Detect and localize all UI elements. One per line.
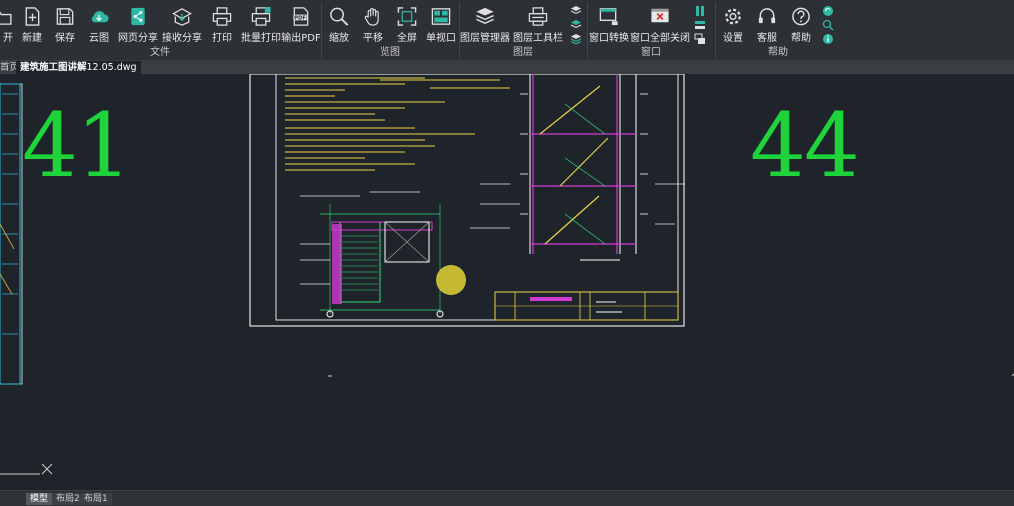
window-group-label: 窗口 [641,47,661,58]
close-all-label: 窗口全部关闭 [630,33,690,44]
tab-drawing-file[interactable]: 建筑施工图讲解12.05.dwg [16,61,141,74]
center-drawing-sheet [249,74,685,327]
batch-print-label: 批量打印 [241,33,281,44]
new-button[interactable]: 新建 [16,2,48,44]
single-window-label: 单视口 [426,33,456,44]
share-icon [131,7,145,26]
batch-printer-icon [251,6,271,26]
layer-toolbar-label: 图层工具栏 [513,33,563,44]
close-all-windows-button[interactable]: 窗口全部关闭 [630,2,690,44]
layers-icon [476,7,494,24]
drawing-svg [0,74,1014,475]
gear-icon [725,8,741,25]
ribbon-toolbar: 开 新建 保存 云图 网页分享 接收分享 打印 批量打印 PDF 输出PDF 文… [0,0,1014,61]
receive-share-label: 接收分享 [162,33,202,44]
extra-tools [818,2,838,46]
view-group-label: 览图 [380,47,400,58]
tab-layout1[interactable]: 布局1 [80,493,112,505]
tab-layout2-label: 布局2 [56,494,80,504]
tab-layout1-label: 布局1 [84,494,108,504]
settings-button[interactable]: 设置 [716,2,750,44]
tile-horizontal-icon[interactable] [694,19,706,31]
layer-off-icon[interactable] [570,5,582,17]
help-button[interactable]: 帮助 [784,2,818,44]
export-pdf-label: 输出PDF [281,33,321,44]
receive-icon [172,8,192,26]
fullscreen-button[interactable]: 全屏 [390,2,424,44]
window-group: 窗口转换 窗口全部关闭 窗口 [588,0,714,60]
export-pdf-button[interactable]: PDF 输出PDF [281,2,321,44]
service-label: 客服 [757,33,777,44]
layer-small-tools [566,2,586,46]
save-icon [56,8,74,25]
search-icon[interactable] [822,19,834,31]
pan-label: 平移 [363,33,383,44]
headset-icon [758,8,776,24]
tab-file-name: 建筑施工图讲解 [20,62,87,73]
window-switch-label: 窗口转换 [589,33,629,44]
open-label: 开 [3,33,13,44]
layer-toolbar-icon [528,7,548,26]
tab-file-suffix: 12.05.dwg [86,62,137,73]
layer-group-label: 图层 [513,47,533,58]
help-label: 帮助 [791,33,811,44]
window-switch-icon [599,8,618,26]
cloud-icon [91,11,109,23]
pdf-file-icon: PDF [293,7,309,26]
tile-vertical-icon[interactable] [694,5,706,17]
view-group: 缩放 平移 全屏 单视口 览图 [322,0,458,60]
layer-manager-button[interactable]: 图层管理器 [460,2,510,44]
layer-manager-label: 图层管理器 [460,33,510,44]
save-button[interactable]: 保存 [48,2,82,44]
page-number-right: 44 [750,94,860,197]
pdf-badge-text: PDF [294,15,306,21]
cloud-label: 云图 [89,33,109,44]
single-viewport-icon [431,8,451,25]
service-button[interactable]: 客服 [750,2,784,44]
zoom-button[interactable]: 缩放 [322,2,356,44]
tab-model-label: 模型 [30,494,49,504]
window-small-tools [690,2,710,46]
page-number-left: 41 [22,94,132,197]
print-label: 打印 [212,33,232,44]
open-button[interactable]: 开 [0,2,16,44]
zoom-label: 缩放 [329,33,349,44]
fullscreen-icon [397,7,417,26]
tab-model[interactable]: 模型 [26,493,53,505]
file-group: 开 新建 保存 云图 网页分享 接收分享 打印 批量打印 PDF 输出PDF 文… [0,0,321,60]
close-windows-icon [651,8,669,23]
pan-button[interactable]: 平移 [356,2,390,44]
document-tab-bar: 首页 建筑施工图讲解12.05.dwg [0,60,1014,74]
question-icon [792,7,810,26]
printer-icon [212,7,232,26]
web-share-button[interactable]: 网页分享 [116,2,160,44]
window-switch-button[interactable]: 窗口转换 [588,2,630,44]
layout-tab-bar: 模型 布局2 布局1 [0,490,1014,506]
web-share-label: 网页分享 [118,33,158,44]
drawing-canvas[interactable]: 41 44 [0,74,1014,490]
save-label: 保存 [55,33,75,44]
fullscreen-label: 全屏 [397,33,417,44]
layer-toolbar-button[interactable]: 图层工具栏 [510,2,566,44]
receive-share-button[interactable]: 接收分享 [160,2,204,44]
new-file-icon [25,7,40,26]
tab-layout2[interactable]: 布局2 [52,493,84,505]
cloud-button[interactable]: 云图 [82,2,116,44]
refresh-icon[interactable] [822,5,834,17]
hand-icon [364,8,379,26]
magnifier-icon [330,7,349,26]
batch-print-button[interactable]: 批量打印 [240,2,282,44]
layer-freeze-icon[interactable] [570,19,582,31]
settings-label: 设置 [723,33,743,44]
info-icon[interactable] [822,33,834,45]
file-group-label: 文件 [150,47,170,58]
layer-group: 图层管理器 图层工具栏 图层 [460,0,586,60]
new-label: 新建 [22,33,42,44]
single-window-button[interactable]: 单视口 [424,2,458,44]
print-button[interactable]: 打印 [204,2,240,44]
